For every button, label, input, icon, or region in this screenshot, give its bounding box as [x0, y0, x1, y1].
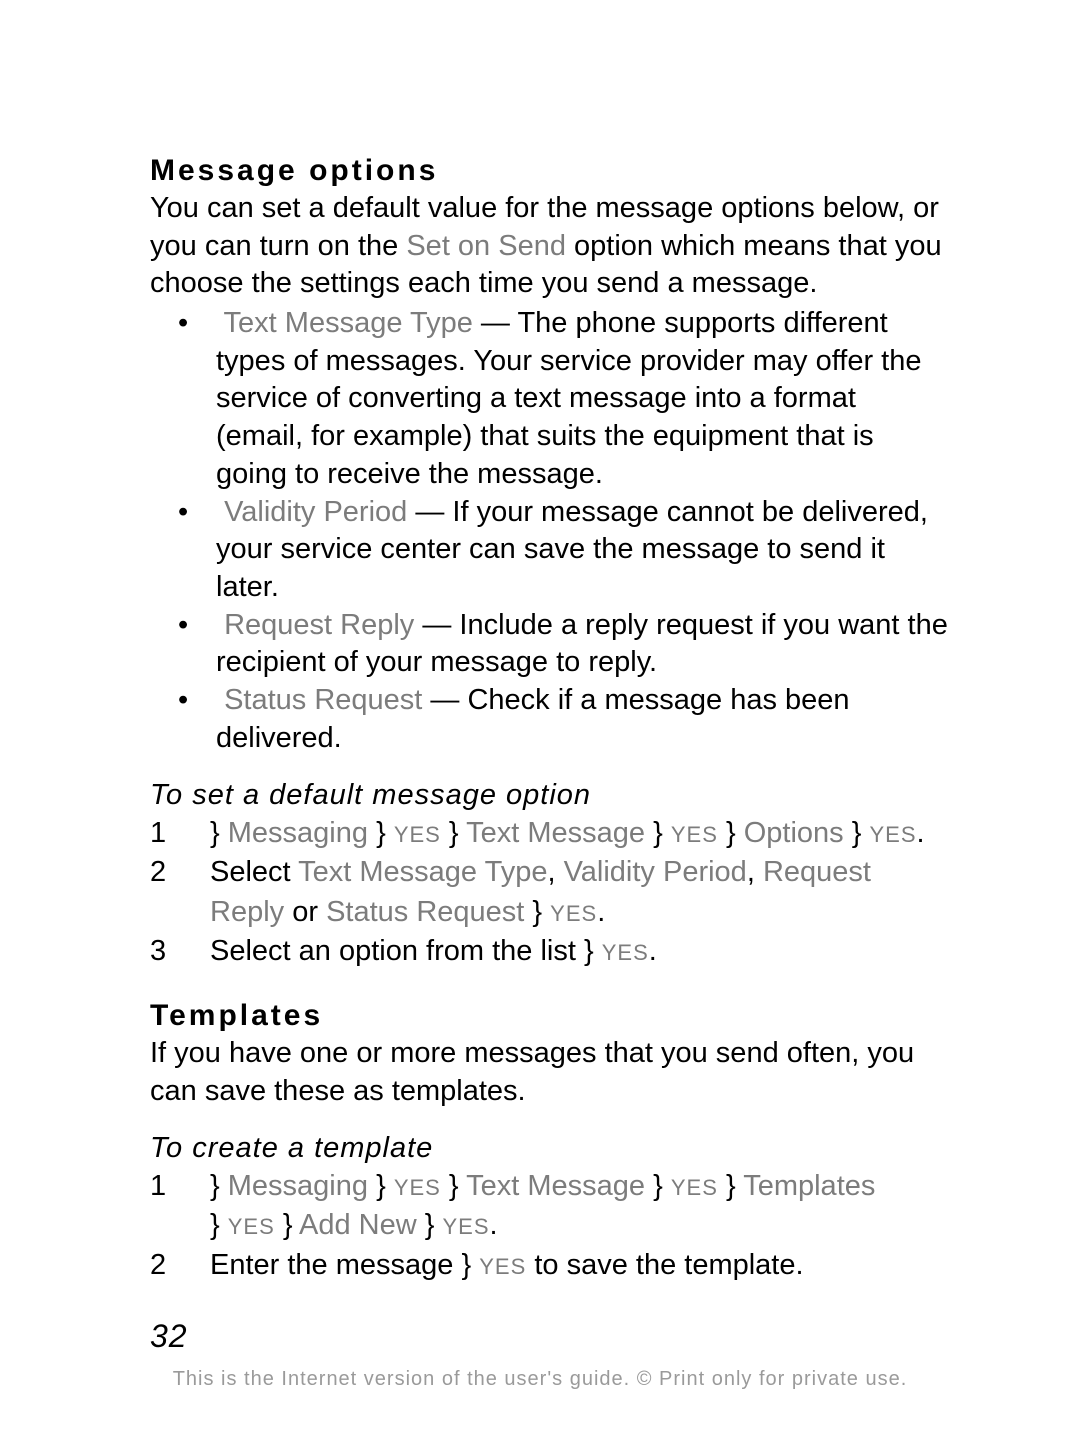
- key-yes: YES: [671, 822, 718, 847]
- arrow-icon: }: [449, 1170, 459, 1202]
- footer-disclaimer: This is the Internet version of the user…: [0, 1368, 1080, 1391]
- arrow-icon: }: [726, 1170, 736, 1202]
- page-number: 32: [150, 1318, 188, 1355]
- step-text: to save the template.: [534, 1249, 803, 1281]
- opt-validity-period: Validity Period: [564, 856, 747, 888]
- procedure-title-create-template: To create a template: [150, 1132, 950, 1165]
- arrow-icon: }: [210, 1209, 220, 1241]
- key-yes: YES: [394, 822, 441, 847]
- option-label: Text Message Type: [224, 307, 473, 339]
- menu-options: Options: [744, 817, 844, 849]
- option-label: Validity Period: [224, 496, 407, 528]
- key-yes: YES: [228, 1214, 275, 1239]
- option-item: Text Message Type — The phone supports d…: [150, 305, 950, 493]
- arrow-icon: }: [532, 896, 542, 928]
- option-item: Request Reply — Include a reply request …: [150, 607, 950, 682]
- step: Select an option from the list } YES.: [150, 932, 950, 971]
- step: } Messaging } YES } Text Message } YES }…: [150, 814, 950, 853]
- templates-intro: If you have one or more messages that yo…: [150, 1035, 950, 1110]
- arrow-icon: }: [653, 1170, 663, 1202]
- step-text: Select: [210, 856, 298, 888]
- arrow-icon: }: [376, 817, 386, 849]
- arrow-icon: }: [726, 817, 736, 849]
- heading-message-options: Message options: [150, 154, 950, 188]
- opt-status-request: Status Request: [326, 896, 524, 928]
- menu-text-message: Text Message: [466, 817, 645, 849]
- intro-paragraph: You can set a default value for the mess…: [150, 190, 950, 303]
- opt-text-message-type: Text Message Type: [298, 856, 547, 888]
- step: } Messaging } YES } Text Message } YES }…: [150, 1167, 950, 1245]
- options-list: Text Message Type — The phone supports d…: [150, 305, 950, 757]
- step: Select Text Message Type, Validity Perio…: [150, 853, 950, 931]
- option-label: Status Request: [224, 684, 422, 716]
- step-text: Enter the message: [210, 1249, 461, 1281]
- procedure-title-set-default: To set a default message option: [150, 779, 950, 812]
- arrow-icon: }: [653, 817, 663, 849]
- option-item: Status Request — Check if a message has …: [150, 682, 950, 757]
- arrow-icon: }: [376, 1170, 386, 1202]
- arrow-icon: }: [449, 817, 459, 849]
- menu-templates: Templates: [743, 1170, 875, 1202]
- key-yes: YES: [671, 1175, 718, 1200]
- step-text: Select an option from the list: [210, 935, 584, 967]
- menu-text-message: Text Message: [466, 1170, 645, 1202]
- key-yes: YES: [550, 901, 597, 926]
- arrow-icon: }: [283, 1209, 293, 1241]
- menu-messaging: Messaging: [228, 1170, 368, 1202]
- arrow-icon: }: [425, 1209, 435, 1241]
- key-yes: YES: [394, 1175, 441, 1200]
- arrow-icon: }: [210, 817, 220, 849]
- menu-messaging: Messaging: [228, 817, 368, 849]
- key-yes: YES: [442, 1214, 489, 1239]
- arrow-icon: }: [852, 817, 862, 849]
- menu-add-new: Add New: [299, 1209, 417, 1241]
- key-yes: YES: [602, 940, 649, 965]
- heading-templates: Templates: [150, 999, 950, 1033]
- key-yes: YES: [479, 1254, 526, 1279]
- set-on-send-label: Set on Send: [406, 230, 566, 262]
- step: Enter the message } YES to save the temp…: [150, 1246, 950, 1285]
- arrow-icon: }: [461, 1249, 471, 1281]
- option-item: Validity Period — If your message cannot…: [150, 494, 950, 607]
- page: Message options You can set a default va…: [0, 0, 1080, 1435]
- arrow-icon: }: [210, 1170, 220, 1202]
- steps-create-template: } Messaging } YES } Text Message } YES }…: [150, 1167, 950, 1284]
- key-yes: YES: [869, 822, 916, 847]
- step-text: or: [292, 896, 326, 928]
- option-label: Request Reply: [224, 609, 414, 641]
- arrow-icon: }: [584, 935, 594, 967]
- steps-set-default: } Messaging } YES } Text Message } YES }…: [150, 814, 950, 971]
